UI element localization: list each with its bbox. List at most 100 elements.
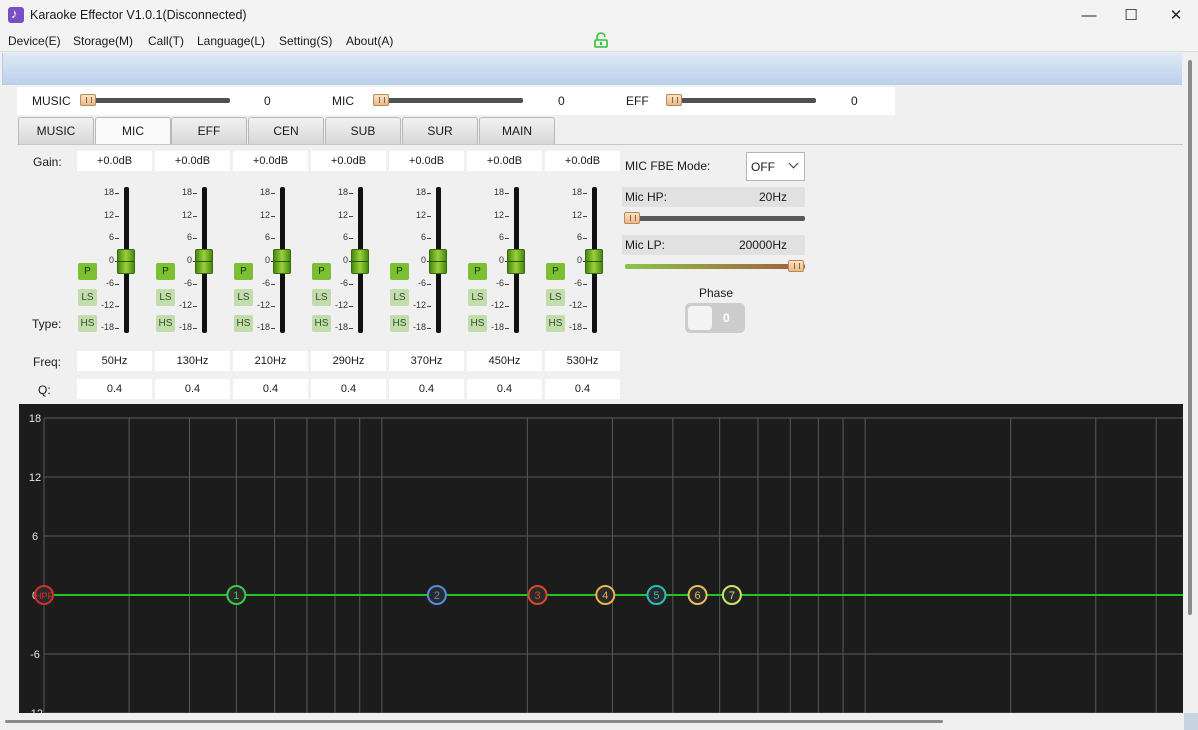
band-type-p-button[interactable]: P: [312, 263, 331, 280]
band-type-hs-button[interactable]: HS: [546, 315, 565, 332]
band-type-hs-button[interactable]: HS: [390, 315, 409, 332]
mic-slider-thumb[interactable]: [373, 94, 389, 106]
eq-graph-svg[interactable]: 181260-6-12HPF1234567: [19, 404, 1183, 713]
band-type-p-button[interactable]: P: [546, 263, 565, 280]
band-type-hs-button[interactable]: HS: [312, 315, 331, 332]
band-gain-fader-thumb[interactable]: [507, 249, 525, 274]
band-gain-value[interactable]: +0.0dB: [155, 151, 230, 171]
tab-main[interactable]: MAIN: [479, 117, 555, 144]
band-type-p-button[interactable]: P: [78, 263, 97, 280]
band-type-p-button[interactable]: P: [234, 263, 253, 280]
mic-hp-slider-thumb[interactable]: [624, 212, 640, 224]
band-gain-value[interactable]: +0.0dB: [389, 151, 464, 171]
band-freq-value[interactable]: 530Hz: [545, 351, 620, 371]
maximize-button[interactable]: ☐: [1108, 0, 1154, 30]
menu-device[interactable]: Device(E): [8, 34, 61, 48]
band-freq-value[interactable]: 210Hz: [233, 351, 308, 371]
band-q-value[interactable]: 0.4: [311, 379, 386, 399]
band-type-hs-button[interactable]: HS: [234, 315, 253, 332]
eff-slider[interactable]: [668, 98, 816, 103]
fader-scale-tick: [427, 284, 431, 285]
band-type-p-button[interactable]: P: [468, 263, 487, 280]
fader-scale-label: 0: [108, 255, 114, 265]
band-type-ls-button[interactable]: LS: [390, 289, 409, 306]
band-gain-value[interactable]: +0.0dB: [311, 151, 386, 171]
band-type-ls-button[interactable]: LS: [234, 289, 253, 306]
band-gain-value[interactable]: +0.0dB: [77, 151, 152, 171]
band-freq-value[interactable]: 370Hz: [389, 351, 464, 371]
tab-mic[interactable]: MIC: [95, 117, 171, 144]
band-type-ls-button[interactable]: LS: [468, 289, 487, 306]
eq-marker-label: 6: [694, 590, 700, 602]
band-freq-value[interactable]: 290Hz: [311, 351, 386, 371]
band-type-ls-button[interactable]: LS: [78, 289, 97, 306]
vertical-scrollbar-thumb[interactable]: [1188, 60, 1192, 615]
fader-scale-tick: [427, 216, 431, 217]
band-type-ls-button[interactable]: LS: [156, 289, 175, 306]
band-type-p-button[interactable]: P: [156, 263, 175, 280]
fader-scale-label: -6: [261, 278, 270, 288]
band-q-value[interactable]: 0.4: [233, 379, 308, 399]
mic-hp-slider[interactable]: [625, 216, 805, 221]
band-q-value[interactable]: 0.4: [389, 379, 464, 399]
band-gain-value[interactable]: +0.0dB: [467, 151, 542, 171]
menu-setting[interactable]: Setting(S): [279, 34, 332, 48]
minimize-button[interactable]: —: [1066, 0, 1112, 30]
music-slider-thumb[interactable]: [80, 94, 96, 106]
eff-slider-thumb[interactable]: [666, 94, 682, 106]
horizontal-scrollbar-thumb[interactable]: [5, 720, 943, 723]
band-gain-fader-thumb[interactable]: [585, 249, 603, 274]
eff-value: 0: [851, 94, 858, 108]
fader-scale-label: -18: [334, 322, 348, 332]
menu-storage[interactable]: Storage(M): [73, 34, 133, 48]
band-type-hs-button[interactable]: HS: [156, 315, 175, 332]
mic-slider[interactable]: [375, 98, 523, 103]
band-q-value[interactable]: 0.4: [155, 379, 230, 399]
tab-cen[interactable]: CEN: [248, 117, 324, 144]
fbe-mode-select[interactable]: OFF: [746, 152, 805, 181]
band-freq-value[interactable]: 50Hz: [77, 351, 152, 371]
fader-scale-label: 18: [181, 187, 192, 197]
band-freq-value[interactable]: 450Hz: [467, 351, 542, 371]
mic-lp-slider-thumb[interactable]: [788, 260, 804, 272]
band-gain-fader-thumb[interactable]: [351, 249, 369, 274]
phase-toggle[interactable]: 0: [685, 303, 745, 333]
band-type-ls-button[interactable]: LS: [546, 289, 565, 306]
mic-lp-slider[interactable]: [625, 264, 805, 269]
band-q-value[interactable]: 0.4: [77, 379, 152, 399]
band-freq-value[interactable]: 130Hz: [155, 351, 230, 371]
band-gain-fader-thumb[interactable]: [195, 249, 213, 274]
fader-scale-tick: [427, 306, 431, 307]
tab-music[interactable]: MUSIC: [18, 117, 94, 144]
tab-sub[interactable]: SUB: [325, 117, 401, 144]
menu-language[interactable]: Language(L): [197, 34, 265, 48]
band-gain-fader-thumb[interactable]: [117, 249, 135, 274]
mic-lp-value: 20000Hz: [738, 238, 787, 252]
band-type-hs-button[interactable]: HS: [468, 315, 487, 332]
fader-scale-label: 6: [576, 232, 582, 242]
fader-scale-tick: [349, 216, 353, 217]
band-q-value[interactable]: 0.4: [467, 379, 542, 399]
band-gain-value[interactable]: +0.0dB: [545, 151, 620, 171]
close-button[interactable]: ✕: [1153, 0, 1198, 30]
fader-scale-tick: [583, 284, 587, 285]
band-type-ls-button[interactable]: LS: [312, 289, 331, 306]
fader-scale-label: 12: [103, 210, 114, 220]
menu-about[interactable]: About(A): [346, 34, 393, 48]
tab-sur[interactable]: SUR: [402, 117, 478, 144]
eq-graph[interactable]: 181260-6-12HPF1234567: [19, 404, 1183, 713]
band-q-value[interactable]: 0.4: [545, 379, 620, 399]
menu-call[interactable]: Call(T): [148, 34, 184, 48]
unlock-icon[interactable]: [594, 32, 608, 48]
tab-eff[interactable]: EFF: [171, 117, 247, 144]
fader-scale-tick: [271, 328, 275, 329]
band-type-p-button[interactable]: P: [390, 263, 409, 280]
band-gain-fader-thumb[interactable]: [429, 249, 447, 274]
band-gain-fader-thumb[interactable]: [273, 249, 291, 274]
music-slider[interactable]: [82, 98, 230, 103]
fader-scale-tick: [271, 238, 275, 239]
fader-scale-label: 6: [420, 232, 426, 242]
band-type-hs-button[interactable]: HS: [78, 315, 97, 332]
fader-scale-label: 6: [498, 232, 504, 242]
band-gain-value[interactable]: +0.0dB: [233, 151, 308, 171]
